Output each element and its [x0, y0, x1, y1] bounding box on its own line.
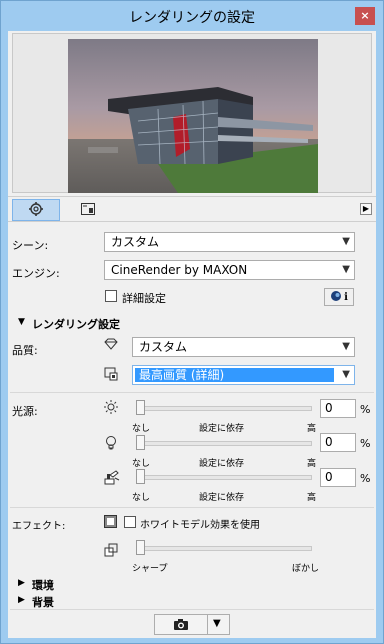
render-preview-panel: [12, 33, 372, 193]
engine-value: CineRender by MAXON: [111, 263, 248, 277]
cinema4d-logo-icon: [330, 290, 342, 305]
quality-diamond-icon: [104, 338, 118, 353]
slider-tick-min: なし: [132, 459, 151, 469]
blur-slider-track[interactable]: [136, 546, 312, 551]
rendering-settings-header[interactable]: ▼ レンダリング設定: [8, 314, 376, 332]
blur-slider-thumb[interactable]: [136, 540, 145, 555]
chevron-down-icon: ▼: [342, 236, 350, 247]
title-bar[interactable]: レンダリングの設定 ×: [1, 1, 383, 31]
white-model-checkbox[interactable]: [124, 516, 136, 528]
lamp-icon: [104, 469, 120, 488]
tab-scroll-right-button[interactable]: ▶: [360, 203, 372, 215]
tab-bar: ▶: [8, 196, 376, 222]
sun-light-value-input[interactable]: 0: [320, 399, 356, 418]
quality-label: 品質:: [12, 344, 38, 357]
lamp-light-value-input[interactable]: 0: [320, 468, 356, 487]
slider-tick-mid: 設定に依存: [199, 459, 245, 469]
render-options-dropdown[interactable]: ▼: [213, 618, 221, 629]
percent-unit: %: [360, 472, 371, 485]
environment-section-title: 環境: [32, 579, 54, 592]
slider-tick-min: なし: [132, 493, 151, 503]
chevron-down-icon: ▼: [342, 341, 350, 352]
client-area: ▶ シーン: カスタム ▼ エンジン: CineRender by MAXON …: [8, 31, 376, 638]
slider-tick-mid: 設定に依存: [199, 424, 245, 434]
lights-label: 光源:: [12, 405, 38, 418]
triangle-right-icon: ▶: [18, 578, 25, 588]
close-button[interactable]: ×: [355, 7, 375, 25]
engine-label: エンジン:: [12, 267, 60, 280]
sun-light-slider-track[interactable]: [136, 406, 312, 411]
engine-select[interactable]: CineRender by MAXON ▼: [104, 260, 355, 280]
tab-preview-size[interactable]: [64, 199, 112, 221]
render-button[interactable]: ▼: [154, 614, 230, 635]
close-icon: ×: [360, 9, 370, 22]
slider-tick-max: 高: [307, 493, 317, 503]
triangle-right-icon: ▶: [18, 595, 25, 605]
divider: [10, 392, 374, 393]
blur-tick-min: シャープ: [132, 564, 168, 574]
rendering-settings-window: レンダリングの設定 × ▶ シーン: カスタム ▼ エンジン: CineRend…: [0, 0, 384, 644]
divider: [10, 507, 374, 508]
info-icon: i: [344, 291, 348, 303]
scene-label: シーン:: [12, 239, 49, 252]
engine-info-button[interactable]: i: [324, 288, 354, 306]
quality-value: カスタム: [139, 340, 188, 354]
bulb-icon: [104, 435, 118, 453]
background-section-title: 背景: [32, 596, 54, 609]
scene-value: カスタム: [111, 235, 160, 249]
render-preview-image: [68, 39, 318, 193]
preview-frame-icon: [80, 201, 96, 220]
window-title: レンダリングの設定: [129, 10, 255, 26]
bulb-light-slider-track[interactable]: [136, 441, 312, 446]
percent-unit: %: [360, 403, 371, 416]
chevron-down-icon: ▼: [342, 264, 350, 275]
tab-settings[interactable]: [12, 199, 60, 221]
triangle-down-icon: ▼: [18, 317, 25, 327]
sun-icon: [104, 400, 118, 417]
white-model-label: ホワイトモデル効果を使用: [140, 520, 260, 531]
blur-icon: [104, 543, 118, 560]
bulb-light-slider-thumb[interactable]: [136, 435, 145, 450]
effects-label: エフェクト:: [12, 521, 66, 532]
white-model-icon: [104, 515, 117, 531]
camera-icon: [173, 618, 189, 634]
lamp-light-slider-track[interactable]: [136, 475, 312, 480]
chevron-down-icon: ▼: [342, 369, 350, 380]
quality-preset-value: 最高画質 (詳細): [135, 368, 334, 382]
divider: [10, 609, 374, 610]
lamp-light-slider-thumb[interactable]: [136, 469, 145, 484]
quality-preset-icon: [104, 367, 118, 384]
details-label: 詳細設定: [122, 292, 166, 305]
button-divider: [207, 615, 208, 634]
rendering-settings-title: レンダリング設定: [32, 318, 120, 331]
bulb-light-value-input[interactable]: 0: [320, 433, 356, 452]
slider-tick-max: 高: [307, 459, 317, 469]
scene-select[interactable]: カスタム ▼: [104, 232, 355, 252]
percent-unit: %: [360, 437, 371, 450]
blur-tick-max: ぼかし: [292, 564, 320, 574]
slider-tick-max: 高: [307, 424, 317, 434]
slider-tick-min: なし: [132, 424, 151, 434]
quality-select[interactable]: カスタム ▼: [132, 337, 355, 357]
environment-section-header[interactable]: ▶ 環境: [8, 575, 376, 593]
background-section-header[interactable]: ▶ 背景: [8, 592, 376, 610]
gear-icon: [28, 201, 44, 220]
details-checkbox[interactable]: [105, 290, 117, 302]
sun-light-slider-thumb[interactable]: [136, 400, 145, 415]
quality-preset-select[interactable]: 最高画質 (詳細) ▼: [132, 365, 355, 385]
slider-tick-mid: 設定に依存: [199, 493, 245, 503]
